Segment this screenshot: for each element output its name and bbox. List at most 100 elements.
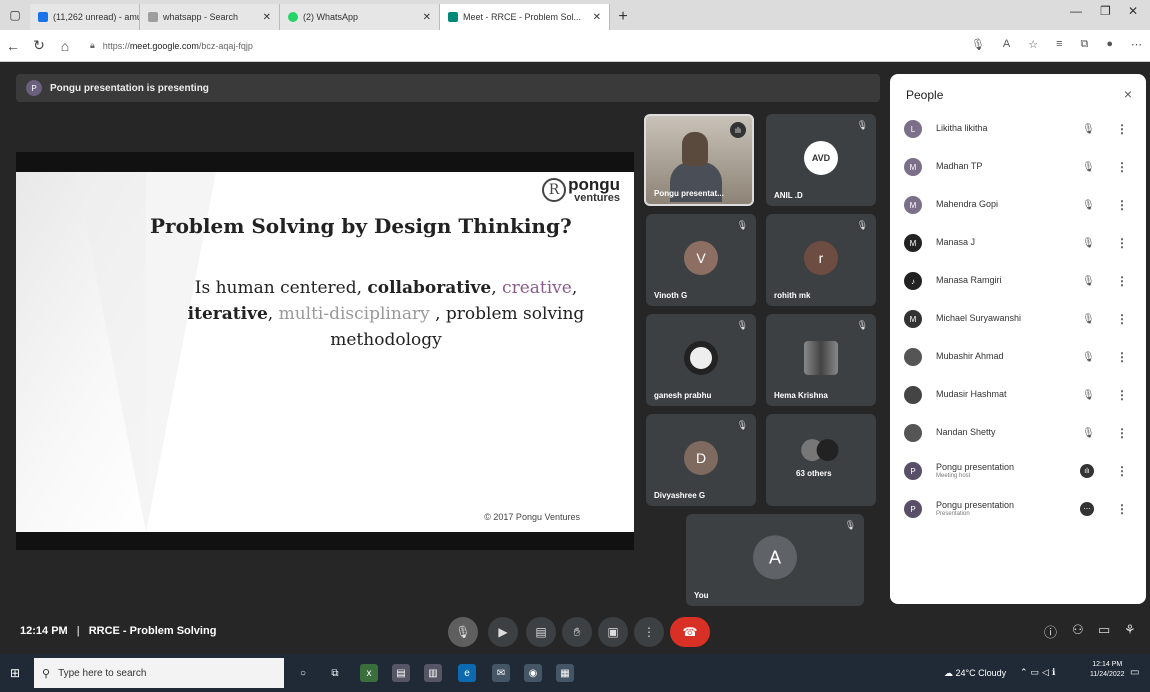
url-field[interactable]: 🔒︎ https://meet.google.com/bcz-aqaj-fqjp [90, 40, 253, 51]
participant-tile[interactable]: 🎙︎ Hema Krishna [766, 314, 876, 406]
audio-level-icon: ılı [1080, 464, 1094, 478]
mail-icon[interactable]: ✉ [492, 664, 510, 682]
close-icon[interactable]: ✕ [585, 12, 601, 23]
more-options-button[interactable]: ⋮ [634, 617, 664, 647]
participant-tile[interactable]: 🎙︎ D Divyashree G [646, 414, 756, 506]
more-options-icon[interactable]: ⋮ [1116, 160, 1128, 174]
tab-whatsapp[interactable]: (2) WhatsApp ✕ [280, 4, 440, 30]
tab-search[interactable]: whatsapp - Search ✕ [140, 4, 280, 30]
mic-off-icon: 🎙︎ [1082, 161, 1095, 173]
mic-toggle-button[interactable]: 🎙︎ [448, 617, 478, 647]
more-options-icon[interactable]: ⋮ [1116, 312, 1128, 326]
mic-off-icon: 🎙︎ [856, 120, 868, 130]
self-tile[interactable]: 🎙︎ A You [686, 514, 864, 606]
participant-row[interactable]: M Manasa J 🎙︎ ⋮ [890, 224, 1146, 262]
avatar [816, 439, 839, 462]
participant-name: Divyashree G [654, 491, 706, 500]
refresh-icon[interactable]: ↻ [26, 37, 52, 54]
leave-call-button[interactable]: ☎︎ [670, 617, 710, 647]
participant-tile[interactable]: 🎙︎ AVD ANIL .D [766, 114, 876, 206]
activities-icon[interactable]: ⚘ [1124, 622, 1136, 638]
participant-tile[interactable]: ılı Pongu presentat... [644, 114, 754, 206]
more-options-icon[interactable]: ⋮ [1116, 464, 1128, 478]
participant-row[interactable]: Mubashir Ahmad 🎙︎ ⋮ [890, 338, 1146, 376]
watermark-line2: Go to Settings to activate Windows. [940, 554, 1067, 563]
close-panel-button[interactable]: × [1124, 86, 1132, 102]
mic-off-icon: 🎙︎ [1082, 275, 1095, 287]
maximize-icon[interactable]: ❐ [1100, 4, 1111, 18]
captions-button[interactable]: ▤ [526, 617, 556, 647]
info-icon[interactable]: ⓘ [1044, 622, 1057, 641]
tab-actions-icon[interactable]: ▢ [0, 0, 30, 30]
participant-row[interactable]: M Michael Suryawanshi 🎙︎ ⋮ [890, 300, 1146, 338]
participant-name: Mubashir Ahmad [936, 351, 1004, 362]
participant-row[interactable]: ♪ Manasa Ramgiri 🎙︎ ⋮ [890, 262, 1146, 300]
back-icon[interactable]: ← [0, 38, 26, 54]
cortana-icon[interactable]: ○ [294, 664, 312, 682]
logo-text: pongu ventures [568, 176, 620, 204]
windows-start-icon[interactable]: ⊞ [10, 666, 20, 680]
favorite-icon[interactable]: ☆ [1028, 38, 1038, 51]
camera-toggle-button[interactable]: ▶︎ [488, 617, 518, 647]
new-tab-button[interactable]: + [610, 4, 636, 30]
others-tile[interactable]: 63 others [766, 414, 876, 506]
participant-tile[interactable]: 🎙︎ ganesh prabhu [646, 314, 756, 406]
microphone-icon[interactable]: 🎙︎ [971, 38, 985, 51]
read-aloud-icon[interactable]: A [1003, 38, 1010, 51]
more-options-icon[interactable]: ⋮ [1116, 236, 1128, 250]
app-icon[interactable]: ▥ [424, 664, 442, 682]
notification-icon[interactable]: ▭ [1130, 667, 1139, 678]
minimize-icon[interactable]: — [1070, 4, 1082, 18]
more-options-icon[interactable]: ⋮ [1116, 388, 1128, 402]
present-button[interactable]: ▣ [598, 617, 628, 647]
app-icon[interactable]: ◉ [524, 664, 542, 682]
home-icon[interactable]: ⌂ [52, 38, 78, 54]
raise-hand-button[interactable]: ✋︎ [562, 617, 592, 647]
excel-icon[interactable]: x [360, 664, 378, 682]
close-icon[interactable]: ✕ [415, 12, 431, 23]
participant-name-block: Pongu presentation Presentation [936, 500, 1014, 517]
participant-row[interactable]: L Likitha likitha 🎙︎ ⋮ [890, 110, 1146, 148]
avatar: M [904, 158, 922, 176]
participant-tile[interactable]: 🎙︎ r rohith mk [766, 214, 876, 306]
system-tray-icons[interactable]: ⌃▭◁ℹ [1020, 667, 1058, 678]
more-options-icon[interactable]: ⋮ [1116, 198, 1128, 212]
mic-off-icon: 🎙︎ [736, 320, 748, 330]
edge-icon[interactable]: e [458, 664, 476, 682]
task-view-icon[interactable]: ⧉ [326, 664, 344, 682]
tab-label: Meet - RRCE - Problem Sol... [463, 12, 582, 22]
participant-row[interactable]: M Madhan TP 🎙︎ ⋮ [890, 148, 1146, 186]
weather-widget[interactable]: ☁ 24°C Cloudy [944, 668, 1006, 679]
participant-tile[interactable]: 🎙︎ V Vinoth G [646, 214, 756, 306]
profile-icon[interactable]: ● [1106, 38, 1113, 51]
avatar [904, 386, 922, 404]
taskbar-clock[interactable]: 12:14 PM 11/24/2022 [1090, 660, 1125, 680]
screen: ▢ (11,262 unread) - amuthang@... ✕ whats… [0, 0, 1150, 692]
app-icon[interactable]: ▦ [556, 664, 574, 682]
search-icon [148, 12, 158, 22]
chat-icon[interactable]: ▭ [1098, 622, 1110, 638]
more-options-icon[interactable]: ⋮ [1116, 122, 1128, 136]
app-icon[interactable]: ▤ [392, 664, 410, 682]
more-icon[interactable]: ⋯ [1131, 38, 1142, 51]
participant-row[interactable]: P Pongu presentation Meeting host ılı ⋮ [890, 452, 1146, 490]
tab-meet[interactable]: Meet - RRCE - Problem Sol... ✕ [440, 4, 610, 30]
participant-row[interactable]: P Pongu presentation Presentation ⋯ ⋮ [890, 490, 1146, 528]
close-icon[interactable]: ✕ [255, 12, 271, 23]
avatar: D [684, 440, 718, 475]
participant-row[interactable]: M Mahendra Gopi 🎙︎ ⋮ [890, 186, 1146, 224]
more-options-icon[interactable]: ⋮ [1116, 426, 1128, 440]
participant-row[interactable]: Nandan Shetty 🎙︎ ⋮ [890, 414, 1146, 452]
more-options-icon[interactable]: ⋮ [1116, 274, 1128, 288]
more-options-icon[interactable]: ⋮ [1116, 502, 1128, 516]
collections-icon[interactable]: ⧉ [1080, 38, 1088, 51]
tab-mail[interactable]: (11,262 unread) - amuthang@... ✕ [30, 4, 140, 30]
window-close-icon[interactable]: ✕ [1128, 4, 1138, 18]
taskbar-search[interactable]: ⚲ Type here to search [34, 658, 284, 688]
more-options-icon[interactable]: ⋮ [1116, 350, 1128, 364]
participant-row[interactable]: Mudasir Hashmat 🎙︎ ⋮ [890, 376, 1146, 414]
meeting-info: 12:14 PM | RRCE - Problem Solving [20, 625, 216, 637]
favorites-list-icon[interactable]: ≡ [1056, 38, 1062, 51]
participant-name: You [694, 591, 709, 600]
people-icon[interactable]: ⚇ [1072, 622, 1084, 638]
